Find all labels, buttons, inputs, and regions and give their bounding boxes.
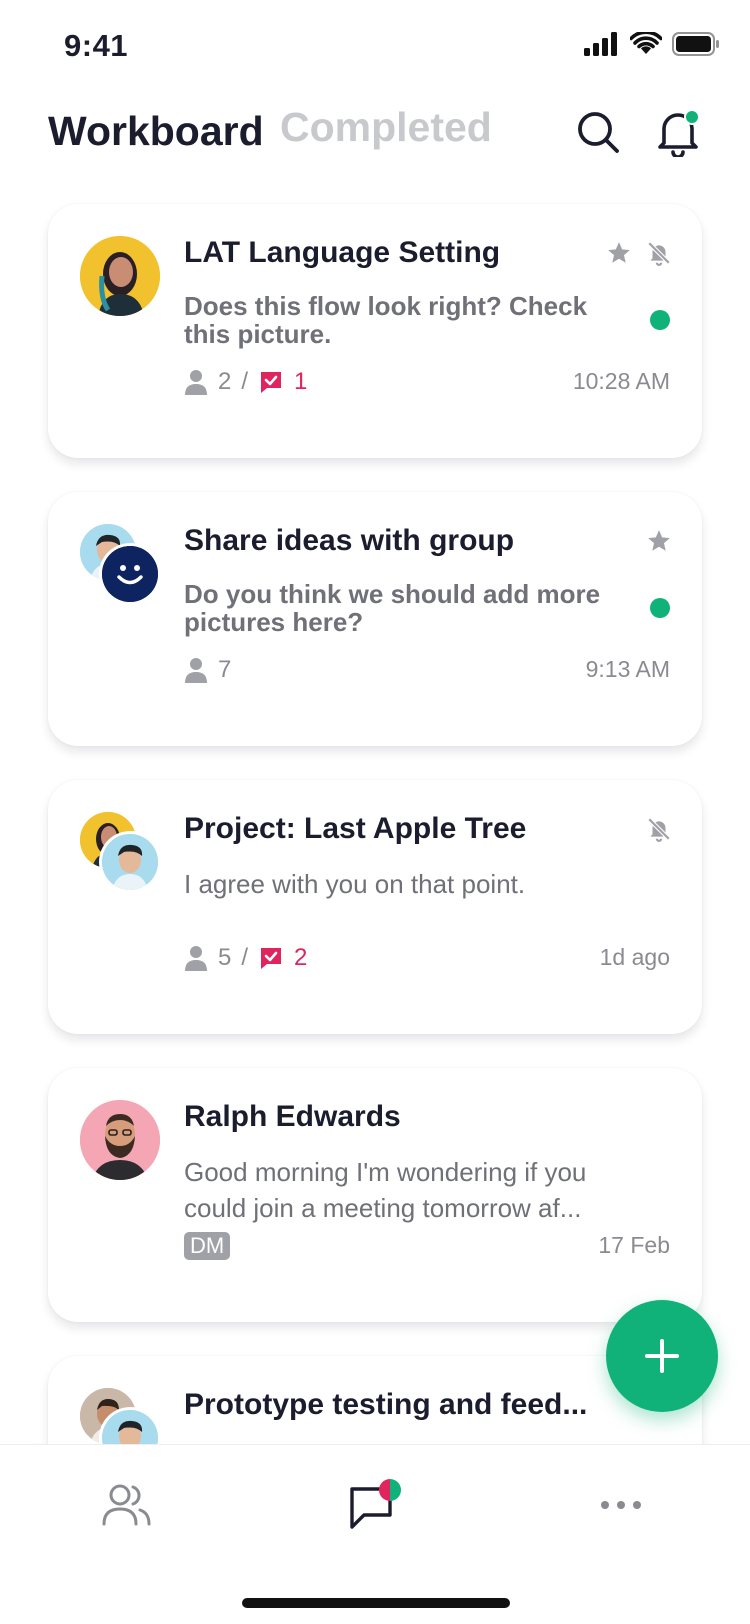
- person-icon: [185, 658, 207, 683]
- card-message: Does this flow look right? Check this pi…: [184, 291, 588, 349]
- card-title: Ralph Edwards: [184, 1100, 401, 1133]
- group-avatar: [102, 546, 158, 602]
- unread-dot: [650, 598, 670, 618]
- card-meta: 2 / 1: [184, 368, 307, 396]
- card-message: I agree with you on that point.: [184, 869, 526, 899]
- header: Workboard Completed: [0, 100, 750, 180]
- conversation-card-ralph[interactable]: Ralph Edwards Good morning I'm wondering…: [48, 1068, 702, 1322]
- new-conversation-button[interactable]: [606, 1300, 718, 1412]
- members-count: 2: [218, 368, 232, 395]
- signal-icon: [584, 32, 617, 56]
- status-bar: 9:41: [0, 0, 750, 90]
- bell-off-icon[interactable]: [646, 816, 672, 842]
- conversation-card-share-ideas[interactable]: Share ideas with group Do you think we s…: [48, 492, 702, 746]
- card-meta: 5 / 2: [184, 944, 307, 972]
- nav-chats[interactable]: [340, 1475, 410, 1535]
- tab-completed[interactable]: Completed: [280, 104, 492, 151]
- members-count: 7: [218, 656, 232, 683]
- search-icon: [578, 112, 619, 153]
- task-icon: [261, 948, 282, 969]
- bottom-nav: [0, 1444, 750, 1624]
- card-title: Share ideas with group: [184, 524, 515, 557]
- meta-separator: /: [241, 368, 249, 395]
- tab-workboard[interactable]: Workboard: [48, 108, 264, 155]
- plus-icon: [645, 1339, 679, 1373]
- smiley-icon: [102, 546, 158, 602]
- members-count: 5: [218, 944, 232, 971]
- conversation-card-project[interactable]: Project: Last Apple Tree I agree with yo…: [48, 780, 702, 1034]
- notifications-button[interactable]: [652, 106, 704, 158]
- card-title: LAT Language Setting: [184, 236, 501, 269]
- card-title: Prototype testing and feed...: [184, 1388, 588, 1421]
- status-icons: [584, 32, 720, 56]
- bell-off-icon[interactable]: [646, 240, 672, 266]
- more-icon: [601, 1501, 641, 1509]
- star-icon[interactable]: [646, 528, 672, 554]
- people-icon: [102, 1484, 151, 1526]
- avatar: [80, 236, 160, 316]
- card-status-icons: [646, 528, 672, 554]
- avatar: [102, 834, 158, 890]
- avatar: [80, 1100, 160, 1180]
- card-time: 9:13 AM: [585, 656, 670, 682]
- nav-more[interactable]: [586, 1475, 656, 1535]
- chat-icon: [350, 1479, 401, 1529]
- bell-icon: [658, 109, 700, 157]
- nav-people[interactable]: [92, 1475, 162, 1535]
- card-message: Do you think we should add more pictures…: [184, 579, 601, 637]
- card-meta: DM: [184, 1232, 231, 1260]
- card-time: 17 Feb: [598, 1232, 670, 1258]
- card-status-icons: [606, 240, 672, 266]
- conversation-card-lat[interactable]: LAT Language Setting Does this flow look…: [48, 204, 702, 458]
- unread-dot: [650, 310, 670, 330]
- tasks-count: 2: [294, 944, 308, 971]
- search-button[interactable]: [572, 106, 624, 158]
- card-status-icons: [646, 816, 672, 842]
- star-icon[interactable]: [606, 240, 632, 266]
- status-time: 9:41: [64, 28, 129, 63]
- card-time: 10:28 AM: [572, 368, 670, 394]
- task-icon: [261, 372, 282, 393]
- person-icon: [185, 946, 207, 971]
- battery-icon: [672, 32, 719, 56]
- card-title: Project: Last Apple Tree: [184, 812, 527, 845]
- card-message: Good morning I'm wondering if you could …: [184, 1157, 587, 1223]
- person-icon: [185, 370, 207, 395]
- card-time: 1d ago: [599, 944, 670, 970]
- card-meta: 7: [184, 656, 231, 684]
- dm-badge: DM: [184, 1232, 231, 1260]
- home-indicator: [242, 1598, 510, 1608]
- wifi-icon: [630, 32, 662, 54]
- tasks-count: 1: [294, 368, 308, 395]
- meta-separator: /: [241, 944, 249, 971]
